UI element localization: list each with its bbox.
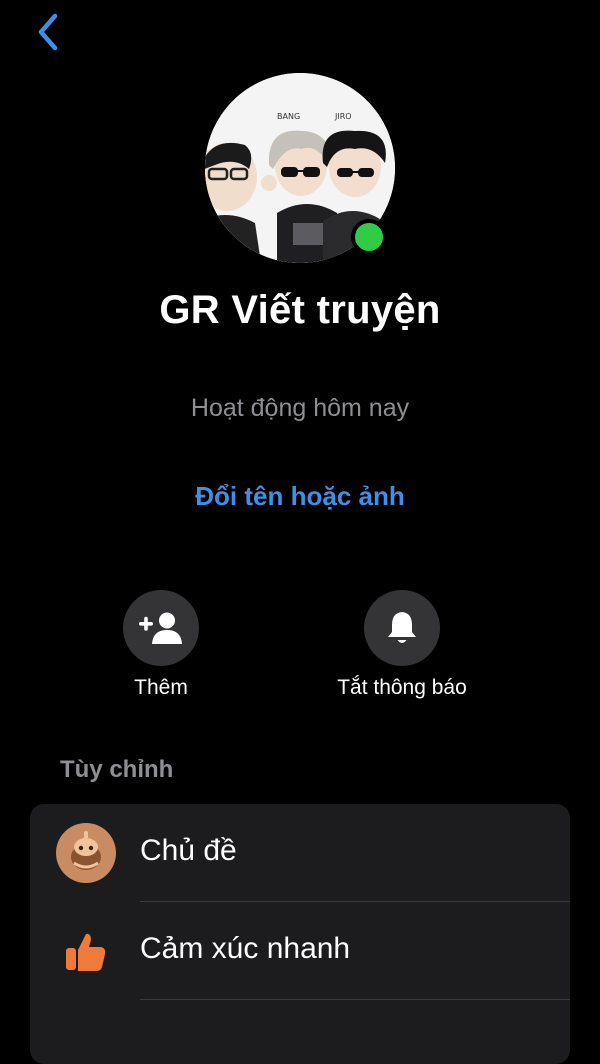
online-status-dot [351,219,387,255]
mute-notifications-button[interactable]: Tắt thông báo [302,590,502,700]
add-person-icon [139,612,182,644]
back-button[interactable] [30,12,66,52]
add-member-button[interactable]: Thêm [61,590,261,700]
customize-settings-card: Chủ đề Cảm xúc nhanh [30,804,570,1064]
theme-label: Chủ đề [140,834,237,867]
group-avatar[interactable]: BANG JIRO [205,73,395,263]
chevron-left-icon [38,13,58,51]
avatar-label-jiro: JIRO [334,112,352,121]
bell-icon [388,612,416,643]
quick-reaction-row[interactable]: Cảm xúc nhanh [30,902,570,1000]
mute-notifications-label: Tắt thông báo [337,676,467,699]
mute-notifications-circle [364,590,440,666]
group-name: GR Viết truyện [159,288,441,332]
activity-status: Hoạt động hôm nay [190,394,410,422]
thumbs-up-icon [56,921,116,981]
avatar-label-bang: BANG [277,112,300,121]
rename-or-change-photo-link[interactable]: Đổi tên hoặc ảnh [0,481,600,512]
row-divider [140,999,570,1000]
theme-row[interactable]: Chủ đề [30,804,570,902]
quick-reaction-label: Cảm xúc nhanh [140,932,351,965]
add-member-label: Thêm [134,676,188,699]
theme-icon [56,823,116,883]
add-member-circle [123,590,199,666]
customize-section-title: Tùy chỉnh [60,756,174,783]
